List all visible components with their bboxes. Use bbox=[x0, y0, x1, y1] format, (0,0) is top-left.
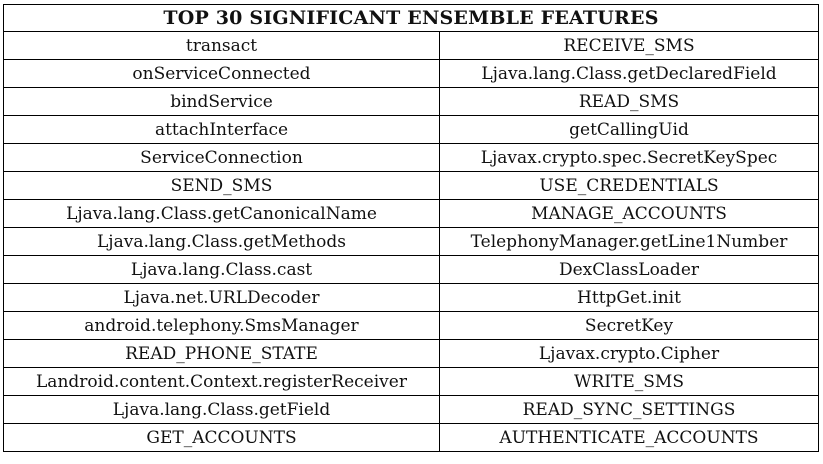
table-cell: Ljavax.crypto.spec.SecretKeySpec bbox=[439, 143, 819, 172]
table-cell: HttpGet.init bbox=[439, 283, 819, 312]
table-cell: bindService bbox=[3, 87, 440, 116]
table-row: Landroid.content.Context.registerReceive… bbox=[3, 367, 819, 396]
table-cell: READ_PHONE_STATE bbox=[3, 339, 440, 368]
table-cell: USE_CREDENTIALS bbox=[439, 171, 819, 200]
table-row: attachInterface getCallingUid bbox=[3, 115, 819, 144]
table-row: Ljava.lang.Class.getField READ_SYNC_SETT… bbox=[3, 395, 819, 424]
features-table-container: TOP 30 SIGNIFICANT ENSEMBLE FEATURES tra… bbox=[3, 4, 819, 452]
table-cell: Ljava.lang.Class.getField bbox=[3, 395, 440, 424]
table-row: Ljava.lang.Class.cast DexClassLoader bbox=[3, 255, 819, 284]
table-header-row: TOP 30 SIGNIFICANT ENSEMBLE FEATURES bbox=[3, 4, 819, 32]
table-cell: getCallingUid bbox=[439, 115, 819, 144]
table-row: onServiceConnected Ljava.lang.Class.getD… bbox=[3, 59, 819, 88]
table-cell: TelephonyManager.getLine1Number bbox=[439, 227, 819, 256]
table-cell: onServiceConnected bbox=[3, 59, 440, 88]
table-row: transact RECEIVE_SMS bbox=[3, 31, 819, 60]
table-cell: GET_ACCOUNTS bbox=[3, 423, 440, 452]
table-cell: Ljavax.crypto.Cipher bbox=[439, 339, 819, 368]
table-row: Ljava.lang.Class.getCanonicalName MANAGE… bbox=[3, 199, 819, 228]
table-row: android.telephony.SmsManager SecretKey bbox=[3, 311, 819, 340]
table-cell: SecretKey bbox=[439, 311, 819, 340]
table-row: Ljava.lang.Class.getMethods TelephonyMan… bbox=[3, 227, 819, 256]
table-cell: Ljava.net.URLDecoder bbox=[3, 283, 440, 312]
table-row: SEND_SMS USE_CREDENTIALS bbox=[3, 171, 819, 200]
table-title: TOP 30 SIGNIFICANT ENSEMBLE FEATURES bbox=[3, 4, 819, 32]
table-cell: Landroid.content.Context.registerReceive… bbox=[3, 367, 440, 396]
table-cell: MANAGE_ACCOUNTS bbox=[439, 199, 819, 228]
table-cell: DexClassLoader bbox=[439, 255, 819, 284]
table-cell: android.telephony.SmsManager bbox=[3, 311, 440, 340]
table-cell: READ_SMS bbox=[439, 87, 819, 116]
table-row: bindService READ_SMS bbox=[3, 87, 819, 116]
table-cell: transact bbox=[3, 31, 440, 60]
table-cell: Ljava.lang.Class.cast bbox=[3, 255, 440, 284]
table-cell: Ljava.lang.Class.getCanonicalName bbox=[3, 199, 440, 228]
table-cell: AUTHENTICATE_ACCOUNTS bbox=[439, 423, 819, 452]
table-cell: WRITE_SMS bbox=[439, 367, 819, 396]
table-cell: Ljava.lang.Class.getMethods bbox=[3, 227, 440, 256]
table-cell: ServiceConnection bbox=[3, 143, 440, 172]
table-cell: Ljava.lang.Class.getDeclaredField bbox=[439, 59, 819, 88]
table-row: GET_ACCOUNTS AUTHENTICATE_ACCOUNTS bbox=[3, 423, 819, 452]
features-table: TOP 30 SIGNIFICANT ENSEMBLE FEATURES tra… bbox=[3, 4, 819, 452]
table-cell: SEND_SMS bbox=[3, 171, 440, 200]
table-cell: READ_SYNC_SETTINGS bbox=[439, 395, 819, 424]
table-cell: attachInterface bbox=[3, 115, 440, 144]
table-row: Ljava.net.URLDecoder HttpGet.init bbox=[3, 283, 819, 312]
table-row: READ_PHONE_STATE Ljavax.crypto.Cipher bbox=[3, 339, 819, 368]
table-cell: RECEIVE_SMS bbox=[439, 31, 819, 60]
table-row: ServiceConnection Ljavax.crypto.spec.Sec… bbox=[3, 143, 819, 172]
